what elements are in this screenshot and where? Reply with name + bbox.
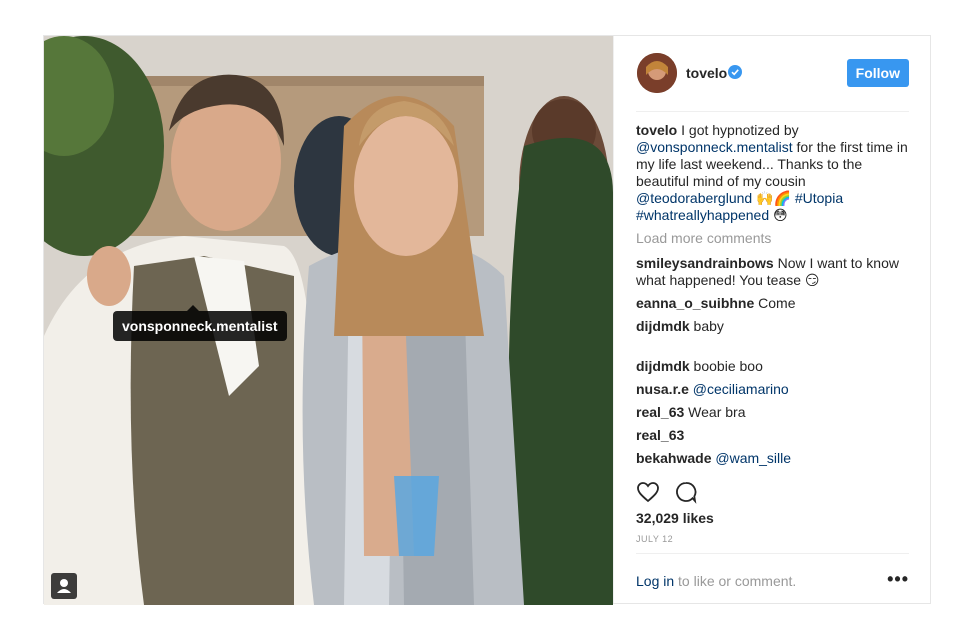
comment-username[interactable]: real_63 [636,404,684,420]
comment-username[interactable]: nusa.r.e [636,381,689,397]
caption-hashtag[interactable]: #whatreallyhappened [636,207,769,223]
likes-count[interactable]: 32,029 likes [636,510,714,526]
caption-text: I got hypnotized by [677,122,799,138]
comment-username[interactable]: smileysandrainbows [636,255,774,271]
comment-text: baby [689,318,724,334]
comment-item: eanna_o_suibhne Come [636,295,909,312]
comment-username[interactable]: eanna_o_suibhne [636,295,754,311]
post-date: JULY 12 [636,534,674,544]
post-actions [636,480,716,506]
comment-item: smileysandrainbows Now I want to know wh… [636,255,909,289]
comment-mention[interactable]: @wam_sille [711,450,791,466]
avatar[interactable] [637,53,677,93]
comment-bubble-icon[interactable] [674,480,698,504]
caption-emoji: 😳 [769,207,788,223]
verified-badge-icon [728,65,742,79]
post-username[interactable]: tovelo [686,65,727,81]
post-caption: tovelo I got hypnotized by @vonsponneck.… [636,122,909,224]
caption-hashtag[interactable]: #Utopia [795,190,843,206]
caption-mention[interactable]: @teodoraberglund [636,190,752,206]
caption-emojis: 🙌🌈 [752,190,795,206]
comment-item: dijdmdk baby [636,318,909,335]
comment-list: tovelo I got hypnotized by @vonsponneck.… [636,122,909,473]
follow-button[interactable]: Follow [846,59,909,87]
comment-item: nusa.r.e @ceciliamarino [636,381,909,398]
comment-username[interactable]: real_63 [636,427,684,443]
photo-user-tag[interactable]: vonsponneck.mentalist [113,305,287,341]
load-more-comments-button[interactable]: Load more comments [636,230,909,247]
user-tag-icon[interactable] [51,573,77,599]
comment-username[interactable]: dijdmdk [636,318,690,334]
comment-mention[interactable]: @ceciliamarino [689,381,789,397]
post-footer: Log in to like or comment. ••• [636,553,909,604]
comment-item: real_63 Wear bra [636,404,909,421]
comment-username[interactable]: dijdmdk [636,358,690,374]
comment-item: bekahwade @wam_sille [636,450,909,467]
caption-username[interactable]: tovelo [636,122,677,138]
post-sidebar: tovelo Follow tovelo I got hypnotized by… [613,36,931,603]
post-header: tovelo Follow [636,53,909,112]
caption-mention[interactable]: @vonsponneck.mentalist [636,139,793,155]
login-prompt-text: to like or comment. [674,573,797,589]
login-link[interactable]: Log in [636,573,674,589]
comment-text: boobie boo [689,358,763,374]
comment-text: Wear bra [684,404,746,420]
comment-text: Come [754,295,796,311]
instagram-post: vonsponneck.mentalist tovelo Follow tove… [43,35,931,605]
heart-icon[interactable] [636,480,660,504]
comment-item: dijdmdk boobie boo [636,358,909,375]
comment-username[interactable]: bekahwade [636,450,711,466]
post-photo[interactable]: vonsponneck.mentalist [44,36,613,605]
comment-item: real_63 [636,427,909,444]
more-options-icon[interactable]: ••• [887,569,909,590]
login-prompt: Log in to like or comment. [636,573,796,589]
